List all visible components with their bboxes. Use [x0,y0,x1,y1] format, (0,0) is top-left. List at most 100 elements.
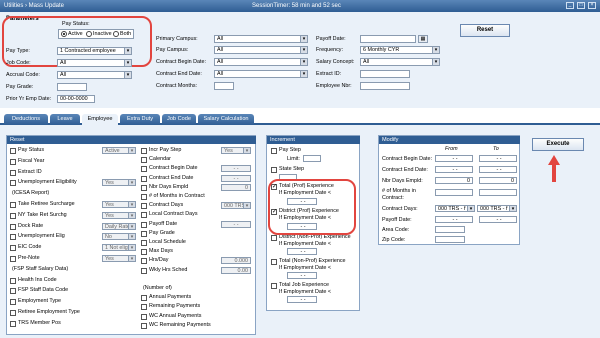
reset-unemployment-eligibility-select[interactable]: Yes ▾ [102,179,136,187]
reset-hrs-day-value[interactable]: 0.000 [221,257,251,265]
reset-fiscal-year-checkbox[interactable] [10,158,16,165]
reset-wc-remaining-payments-checkbox[interactable] [141,322,147,329]
pay-campus-select[interactable]: All ▾ [214,46,308,54]
modify-contract-end-to[interactable]: - - [479,166,517,173]
reset-pay-status-select[interactable]: Active ▾ [102,147,136,154]
total-job-exp-date[interactable]: - - [287,296,317,303]
pay-grade-input[interactable] [57,83,87,91]
reset-extract-id-checkbox[interactable] [10,169,16,176]
modify-nbr-days-to[interactable]: 0 [479,177,517,184]
reset-local-contract-days-checkbox[interactable] [141,212,147,219]
reset-contract-begin-date-value[interactable]: - - [221,165,251,173]
contract-end-date-select[interactable]: All ▾ [214,70,308,78]
employee-nbr-input[interactable] [360,82,410,90]
execute-button[interactable]: Execute [532,138,584,151]
modify-contract-end-from[interactable]: - - [435,166,473,173]
reset-ny-take-ret-surchg-checkbox[interactable] [10,212,16,219]
reset-contract-days-select[interactable]: 000 TRS - f ▾ [221,202,251,210]
reset-pay-status-checkbox[interactable] [10,148,16,154]
modify-contract-begin-to[interactable]: - - [479,155,517,162]
close-icon[interactable]: × [588,2,596,9]
modify-contract-days-to[interactable]: 000 TRS - f ▾ [477,205,517,212]
salary-concept-select[interactable]: All ▾ [360,58,440,66]
reset-eic-code-checkbox[interactable] [10,245,16,252]
reset-contract-begin-date-checkbox[interactable] [141,166,147,173]
prior-yr-emp-date-input[interactable]: 00-00-0000 [57,95,95,103]
modify-contract-days-from[interactable]: 000 TRS - f ▾ [435,205,475,212]
reset-wkly-hrs-sched-checkbox[interactable] [141,267,147,274]
reset-calendar-checkbox[interactable] [141,157,147,164]
reset-unemployment-eligibility-checkbox[interactable] [10,180,16,187]
reset-retiree-employment-type-checkbox[interactable] [10,310,16,316]
tab-employee[interactable]: Employee [82,114,118,125]
reset-annual-payments-checkbox[interactable] [141,295,147,302]
reset-button[interactable]: Reset [460,24,510,37]
reset-pay-grade-checkbox[interactable] [141,230,147,237]
modify-months-from[interactable] [435,189,473,196]
limit-input[interactable] [303,155,321,162]
reset-local-schedule-checkbox[interactable] [141,240,147,246]
pay-step-checkbox[interactable] [271,148,277,154]
frequency-select[interactable]: 6 Monthly CYR ▾ [360,46,440,54]
reset-dock-rate-checkbox[interactable] [10,223,16,230]
extract-id-input[interactable] [360,70,410,78]
reset-remaining-payments-checkbox[interactable] [141,304,147,311]
modify-contract-begin-from[interactable]: - - [435,155,473,162]
reset-pre-note-checkbox[interactable] [10,256,16,262]
total-nonprof-exp-date[interactable]: - - [287,272,317,279]
reset-take-retiree-surcharge-select[interactable]: Yes ▾ [102,201,136,208]
modify-zip-input[interactable] [435,236,465,243]
accrual-code-select[interactable]: All ▾ [57,71,132,79]
reset-of-months-in-contract-checkbox[interactable] [141,194,147,200]
pay-type-select[interactable]: 1 Contracted employee ▾ [57,47,132,55]
contract-begin-date-select[interactable]: All ▾ [214,58,308,66]
reset-trs-member-pos-checkbox[interactable] [10,320,16,327]
reset-take-retiree-surcharge-checkbox[interactable] [10,202,16,208]
reset-contract-end-date-value[interactable]: - - [221,174,251,182]
reset-fsp-staff-data-code-checkbox[interactable] [10,288,16,295]
reset-nbr-days-empld-value[interactable]: 0 [221,183,251,191]
tab-extra-duty[interactable]: Extra Duty [120,114,160,125]
reset-contract-days-checkbox[interactable] [141,203,147,210]
reset-payoff-date-value[interactable]: - - [221,220,251,228]
reset-pre-note-select[interactable]: Yes ▾ [102,255,136,262]
modify-payoff-from[interactable]: - - [435,216,473,223]
payoff-date-input[interactable] [360,35,416,43]
reset-incr-pay-step-checkbox[interactable] [141,148,147,154]
maximize-icon[interactable]: □ [577,2,585,9]
reset-ny-take-ret-surchg-select[interactable]: Yes ▾ [102,211,136,219]
reset-eic-code-select[interactable]: 1 Not eligible ▾ [102,244,136,252]
modify-months-to[interactable] [479,189,517,196]
district-nonprof-exp-checkbox[interactable] [271,235,277,241]
reset-health-ins-code-checkbox[interactable] [10,277,16,284]
job-code-select[interactable]: All ▾ [57,59,132,67]
district-nonprof-exp-date[interactable]: - - [287,248,317,255]
reset-incr-pay-step-select[interactable]: Yes ▾ [221,147,251,154]
modify-payoff-to[interactable]: - - [479,216,517,223]
reset-max-days-checkbox[interactable] [141,249,147,256]
calendar-icon[interactable]: ▦ [418,35,428,43]
reset-eic-code-label: EIC Code [18,244,42,251]
reset-employment-type-checkbox[interactable] [10,299,16,306]
primary-campus-select[interactable]: All ▾ [214,35,308,43]
minimize-icon[interactable]: _ [566,2,574,9]
total-job-exp-checkbox[interactable] [271,283,277,289]
tab-deductions[interactable]: Deductions [4,114,48,125]
reset-contract-end-date-checkbox[interactable] [141,175,147,182]
state-step-checkbox[interactable] [271,167,277,173]
reset-wc-annual-payments-checkbox[interactable] [141,313,147,320]
reset-wkly-hrs-sched-value[interactable]: 0.00 [221,266,251,274]
reset-nbr-days-empld-checkbox[interactable] [141,184,147,191]
reset-dock-rate-select[interactable]: Daily Rate ▾ [102,222,136,230]
total-nonprof-exp-checkbox[interactable] [271,259,277,265]
modify-area-code-input[interactable] [435,226,465,233]
modify-nbr-days-from[interactable]: 0 [435,177,473,184]
reset-payoff-date-checkbox[interactable] [141,221,147,228]
reset-unemployment-elig-select[interactable]: No ▾ [102,233,136,241]
reset-hrs-day-checkbox[interactable] [141,258,147,265]
tab-leave[interactable]: Leave [50,114,80,125]
contract-months-input[interactable] [214,82,234,90]
reset-unemployment-elig-checkbox[interactable] [10,234,16,241]
tab-job-code[interactable]: Job Code [162,114,196,125]
tab-salary-calculation[interactable]: Salary Calculation [198,114,254,125]
